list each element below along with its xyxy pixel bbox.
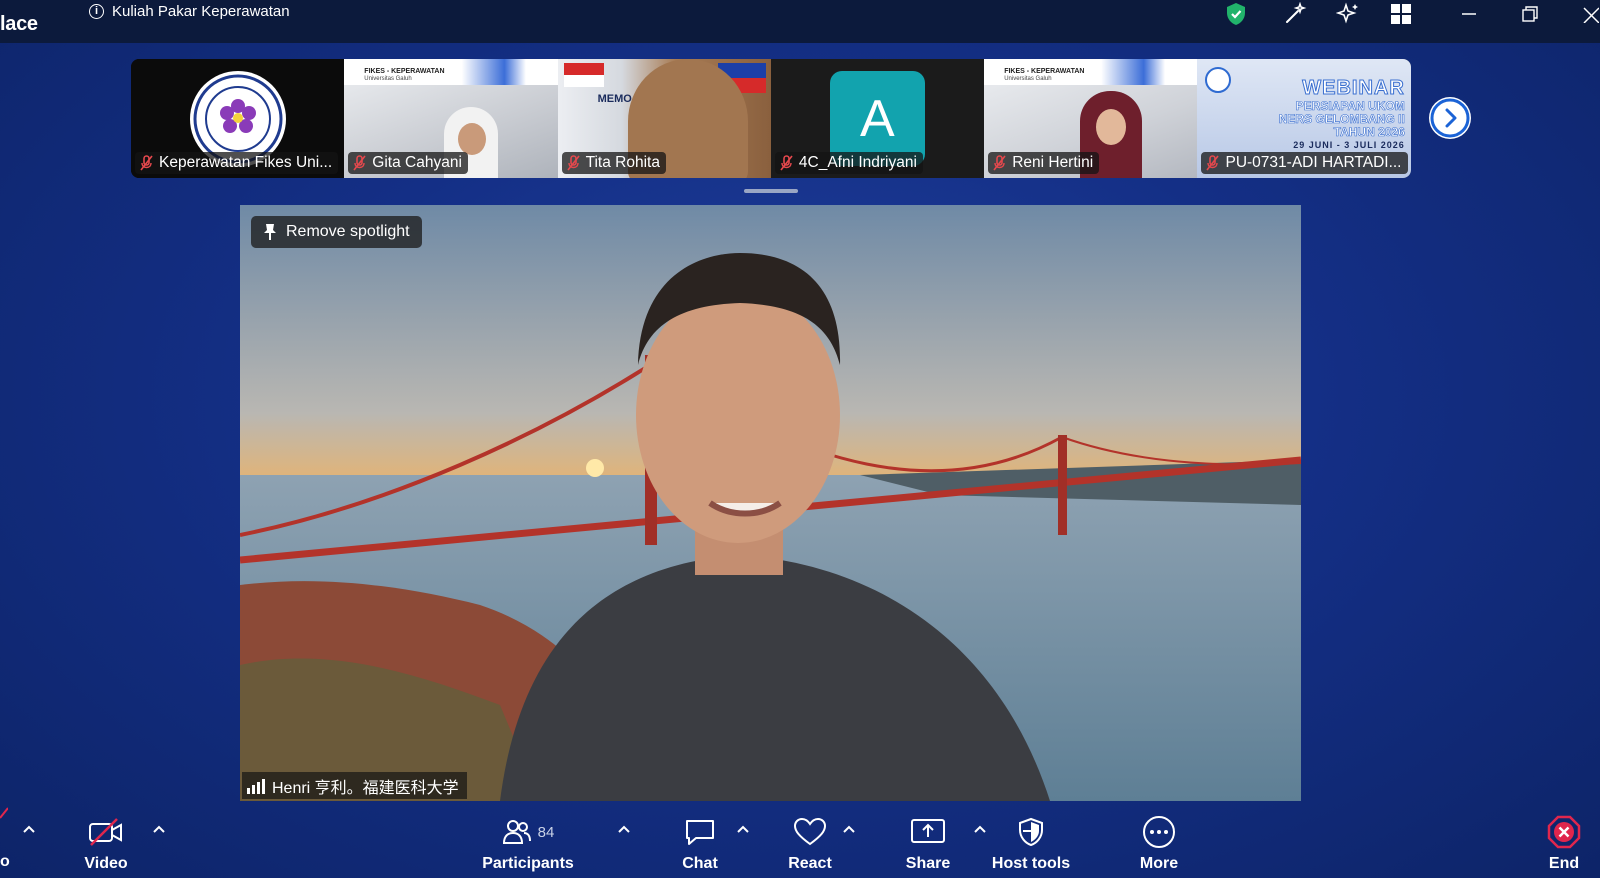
poster-line: TAHUN 2026 — [1333, 125, 1405, 140]
close-icon[interactable] — [1578, 2, 1600, 26]
chat-button[interactable]: Chat — [682, 815, 718, 873]
audio-label[interactable]: o — [0, 853, 10, 871]
participant-name-tag: 4C_Afni Indriyani — [774, 152, 923, 174]
security-shield-icon[interactable] — [1224, 2, 1248, 26]
flag-image — [563, 63, 604, 87]
audio-options-caret-icon[interactable] — [22, 824, 36, 834]
participants-label: Participants — [482, 855, 574, 872]
participant-name-tag: Keperawatan Fikes Uni... — [135, 152, 339, 174]
gallery-resize-handle[interactable] — [744, 189, 798, 193]
participants-icon-group: 84 — [502, 815, 555, 849]
audio-button-partial[interactable] — [0, 806, 9, 825]
chat-icon — [684, 815, 716, 849]
mic-off-icon — [1206, 155, 1220, 171]
end-meeting-button[interactable]: End — [1547, 815, 1581, 873]
participant-name: Gita Cahyani — [372, 154, 462, 171]
participant-tile[interactable]: FIKES - KEPERAWATAN Universitas Galuh Re… — [984, 59, 1198, 178]
react-button[interactable]: React — [788, 815, 832, 873]
participant-tile[interactable]: Keperawatan Fikes Uni... — [131, 59, 345, 178]
share-label: Share — [905, 855, 951, 872]
participant-name: Keperawatan Fikes Uni... — [159, 154, 333, 171]
participant-name: 4C_Afni Indriyani — [798, 154, 917, 171]
remove-spotlight-button[interactable]: Remove spotlight — [251, 216, 422, 248]
spotlight-video[interactable]: Remove spotlight Henri 亨利。福建医科大学 — [240, 205, 1301, 801]
speaker-name: Henri 亨利。福建医科大学 — [272, 779, 459, 797]
react-label: React — [788, 855, 832, 872]
gallery-strip: Keperawatan Fikes Uni... FIKES - KEPERAW… — [131, 59, 1411, 178]
share-button[interactable]: Share — [906, 815, 950, 873]
background-subtext: Universitas Galuh — [1004, 76, 1052, 82]
video-options-caret-icon[interactable] — [152, 824, 166, 834]
title-bar: lace i Kuliah Pakar Keperawatan — [0, 0, 1600, 43]
end-label: End — [1548, 855, 1580, 872]
ai-sparkle-icon[interactable] — [1336, 2, 1360, 26]
participant-name: Reni Hertini — [1012, 154, 1094, 171]
poster-line: PERSIAPAN UKOM — [1295, 99, 1405, 114]
app-name: lace — [0, 13, 38, 35]
participants-options-caret-icon[interactable] — [617, 824, 631, 834]
mic-off-icon — [780, 155, 793, 171]
background-text: FIKES - KEPERAWATAN — [364, 68, 445, 75]
participant-name-tag: Gita Cahyani — [348, 152, 468, 174]
restore-icon[interactable] — [1518, 2, 1542, 26]
heart-icon — [793, 815, 827, 849]
participant-name-tag: Reni Hertini — [988, 152, 1100, 174]
participants-button[interactable]: 84 Participants — [482, 815, 574, 873]
end-call-icon — [1547, 815, 1581, 849]
signal-strength-icon — [247, 778, 265, 794]
poster-line: NERS GELOMBANG II — [1278, 112, 1405, 127]
meeting-title: Kuliah Pakar Keperawatan — [112, 2, 290, 20]
mic-off-icon — [993, 155, 1006, 171]
more-button[interactable]: More — [1140, 815, 1178, 873]
mic-off-icon — [0, 807, 9, 819]
more-icon — [1142, 815, 1176, 849]
background-text: FIKES - KEPERAWATAN — [1004, 68, 1085, 75]
chevron-right-icon — [1430, 98, 1470, 138]
institution-logo — [1205, 67, 1232, 93]
participant-tile[interactable]: WEBINAR PERSIAPAN UKOM NERS GELOMBANG II… — [1197, 59, 1411, 178]
speaker-name-tag: Henri 亨利。福建医科大学 — [242, 772, 467, 799]
poster-dates: 29 JUNI - 3 JULI 2026 — [1293, 140, 1405, 150]
mic-off-icon — [353, 155, 366, 171]
participant-name: PU-0731-ADI HARTADI... — [1225, 154, 1402, 171]
meeting-info[interactable]: i Kuliah Pakar Keperawatan — [89, 0, 290, 22]
gallery-next-button[interactable] — [1429, 97, 1471, 139]
participant-name: Tita Rohita — [585, 154, 660, 171]
chat-label: Chat — [682, 855, 718, 872]
react-options-caret-icon[interactable] — [842, 824, 856, 834]
mic-off-icon — [566, 155, 580, 171]
apps-grid-icon[interactable] — [1389, 2, 1413, 26]
background-text: MEMO — [597, 93, 632, 105]
video-label: Video — [84, 855, 128, 872]
poster-title: WEBINAR — [1302, 77, 1405, 100]
pin-icon — [264, 224, 276, 240]
video-button[interactable]: Video — [84, 815, 128, 873]
background-subtext: Universitas Galuh — [364, 76, 412, 82]
video-frame — [240, 205, 1301, 801]
host-tools-button[interactable]: Host tools — [992, 815, 1070, 873]
participants-count: 84 — [537, 823, 555, 841]
video-off-icon — [87, 815, 125, 849]
chat-options-caret-icon[interactable] — [736, 824, 750, 834]
minimize-icon[interactable] — [1457, 2, 1481, 26]
participant-name-tag: Tita Rohita — [561, 152, 666, 174]
participant-face — [1096, 109, 1127, 145]
participant-tile[interactable]: FIKES - KEPERAWATAN Universitas Galuh Gi… — [344, 59, 558, 178]
more-label: More — [1139, 855, 1179, 872]
info-icon[interactable]: i — [89, 3, 104, 19]
participant-tile[interactable]: MEMO Tita Rohita — [557, 59, 771, 178]
share-options-caret-icon[interactable] — [973, 824, 987, 834]
share-screen-icon — [910, 815, 946, 849]
participant-name-tag: PU-0731-ADI HARTADI... — [1201, 152, 1408, 174]
remove-spotlight-label: Remove spotlight — [286, 223, 410, 240]
magic-wand-icon[interactable] — [1283, 2, 1307, 26]
shield-icon — [1017, 815, 1045, 849]
participants-icon — [502, 820, 531, 844]
mic-off-icon — [140, 155, 153, 171]
participant-tile[interactable]: A 4C_Afni Indriyani — [770, 59, 985, 178]
host-tools-label: Host tools — [991, 855, 1071, 872]
